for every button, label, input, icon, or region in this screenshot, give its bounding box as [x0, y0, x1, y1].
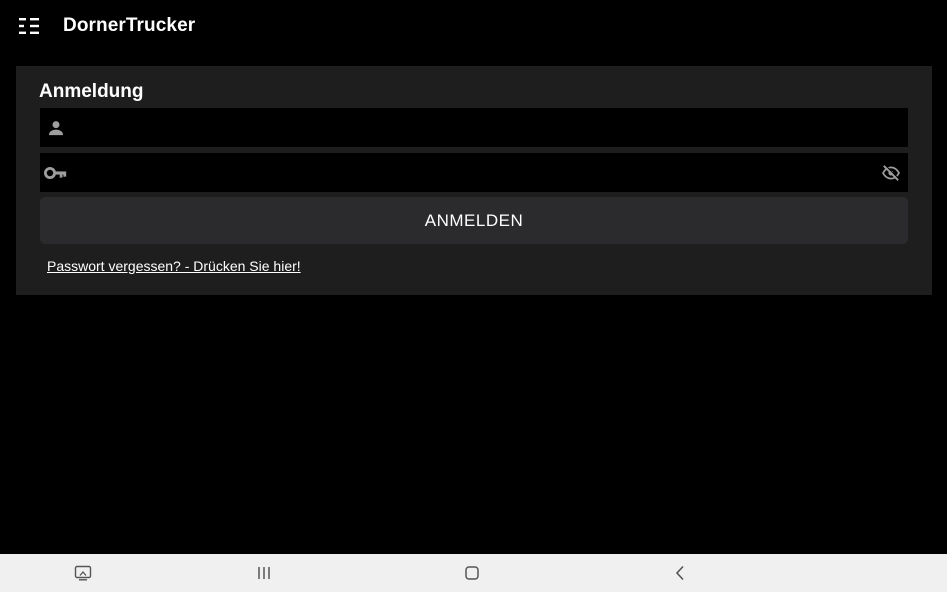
menu-icon [19, 18, 39, 34]
recents-button[interactable] [244, 554, 284, 592]
system-navigation-bar [0, 554, 947, 592]
forgot-password-link[interactable]: Passwort vergessen? - Drücken Sie hier! [47, 258, 301, 275]
login-button[interactable]: ANMELDEN [40, 197, 908, 244]
app-root: DornerTrucker Anmeldung ANMELDEN Passwor… [0, 0, 947, 592]
password-input[interactable] [72, 153, 876, 192]
recents-icon [258, 567, 270, 579]
password-field [40, 153, 908, 192]
back-button[interactable] [660, 554, 700, 592]
username-field [40, 108, 908, 147]
back-icon [675, 565, 684, 581]
home-button[interactable] [452, 554, 492, 592]
login-title: Anmeldung [39, 81, 144, 102]
key-icon [40, 153, 72, 192]
app-title: DornerTrucker [63, 15, 196, 36]
screenshot-icon [74, 565, 92, 581]
toggle-password-visibility[interactable] [876, 153, 906, 192]
menu-button[interactable] [16, 14, 42, 38]
login-card: Anmeldung ANMELDEN Passwort vergessen? -… [16, 66, 932, 295]
person-icon [40, 108, 72, 147]
screenshot-button[interactable] [63, 554, 103, 592]
home-icon [465, 566, 479, 580]
top-app-bar: DornerTrucker [0, 0, 947, 52]
username-input[interactable] [72, 108, 908, 147]
eye-off-icon [881, 164, 901, 181]
